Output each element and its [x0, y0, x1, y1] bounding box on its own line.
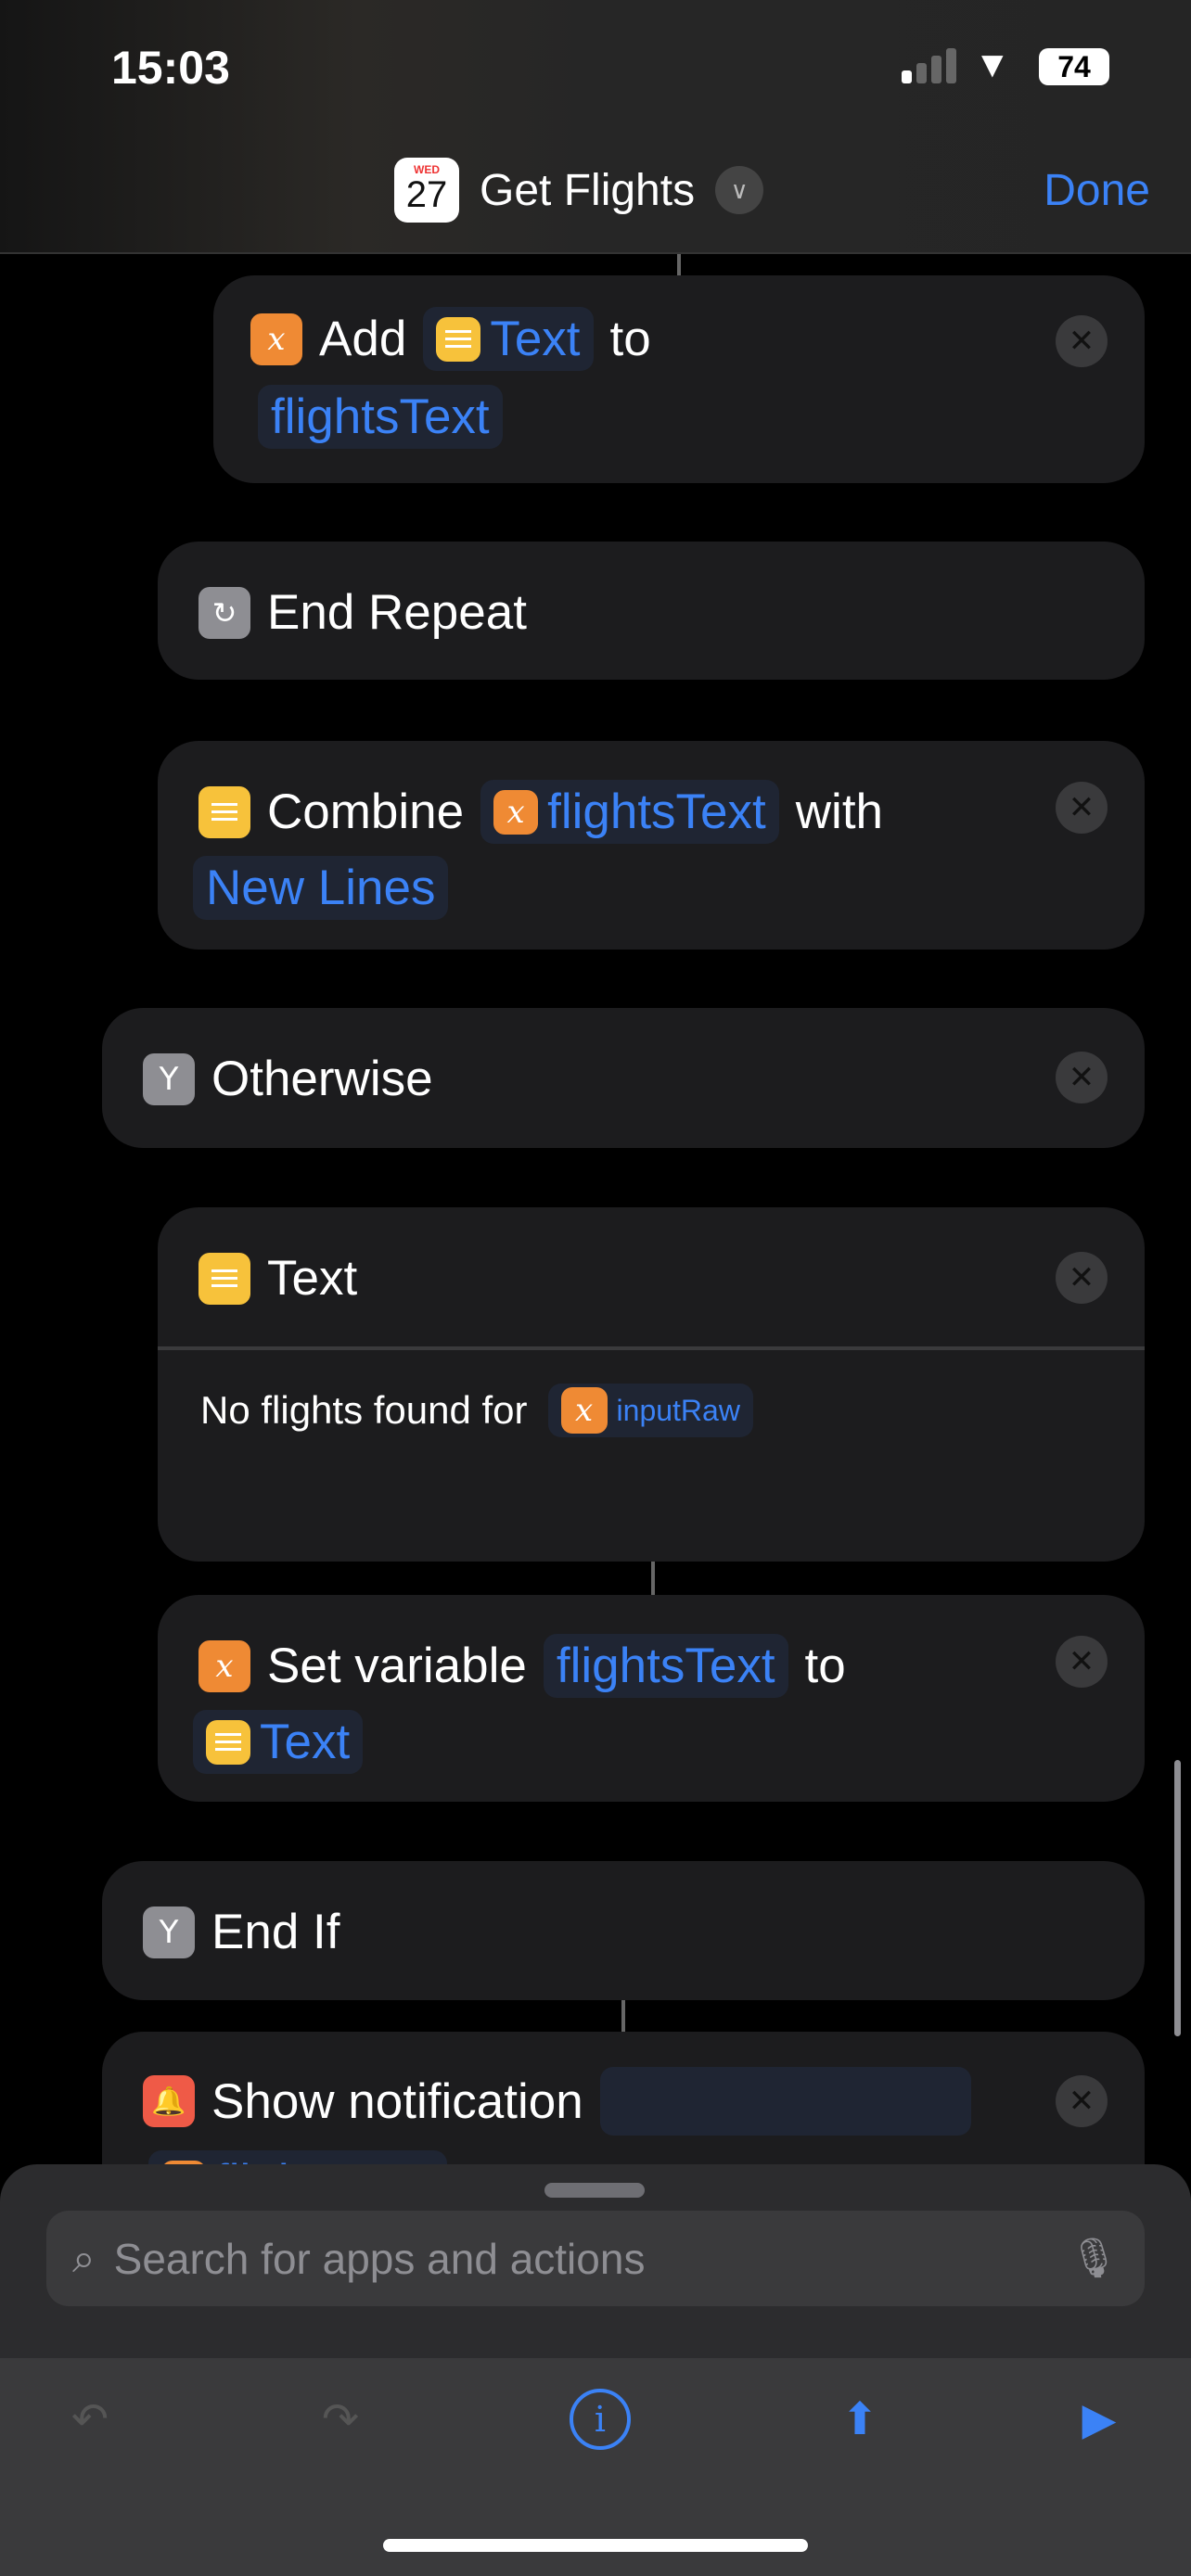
text-body-content: No flights found for	[200, 1388, 528, 1432]
separator-token[interactable]: New Lines	[193, 856, 449, 920]
action-verb: Combine	[267, 784, 465, 839]
text-body[interactable]: No flights found for x inputRaw	[200, 1384, 753, 1437]
chevron-down-icon[interactable]: ∨	[715, 166, 764, 214]
calendar-date: 27	[405, 174, 448, 215]
variable-icon: x	[198, 1639, 250, 1692]
action-label: End If	[211, 1905, 340, 1959]
repeat-icon: ↻	[198, 586, 250, 639]
connector	[651, 1562, 655, 1595]
remove-icon[interactable]: ✕	[1056, 1252, 1108, 1304]
token-label: Text	[260, 1715, 351, 1769]
bell-icon: 🔔	[143, 2075, 195, 2127]
action-label: Show notification	[211, 2073, 583, 2129]
token-label: inputRaw	[616, 1393, 740, 1427]
variable-token[interactable]: flightsText	[258, 385, 503, 449]
redo-icon[interactable]: ↷	[310, 2389, 371, 2450]
variable-token[interactable]: x inputRaw	[547, 1384, 753, 1437]
action-connector-word: to	[804, 1639, 846, 1693]
text-token[interactable]: Text	[193, 1710, 364, 1774]
sheet-grabber[interactable]	[544, 2183, 645, 2198]
battery-icon: 74	[1039, 48, 1109, 85]
done-button[interactable]: Done	[1044, 165, 1150, 216]
variable-icon: x	[560, 1387, 608, 1434]
info-icon[interactable]: i	[570, 2389, 631, 2450]
token-label: flightsText	[547, 784, 766, 839]
search-input[interactable]: ⌕ Search for apps and actions 🎙	[46, 2211, 1145, 2306]
variable-token[interactable]: flightsText	[543, 1634, 788, 1698]
remove-icon[interactable]: ✕	[1056, 2075, 1108, 2127]
calendar-day: WED	[414, 163, 440, 176]
title-text: Get Flights	[480, 165, 696, 215]
action-text[interactable]: Text ✕ No flights found for x inputRaw	[158, 1207, 1145, 1562]
action-connector-word: to	[609, 312, 651, 366]
connector	[677, 254, 681, 275]
action-set-variable[interactable]: x Set variable flightsText to Text ✕	[158, 1595, 1145, 1802]
search-placeholder: Search for apps and actions	[113, 2234, 646, 2283]
divider	[158, 1346, 1145, 1350]
scrollbar[interactable]	[1174, 1760, 1181, 2036]
text-token[interactable]: Text	[423, 307, 594, 371]
variable-token[interactable]: xflightsText	[480, 780, 779, 844]
branch-icon: Y	[143, 1052, 195, 1105]
undo-icon[interactable]: ↶	[59, 2389, 121, 2450]
wifi-icon: ▼	[974, 45, 1011, 85]
branch-icon: Y	[143, 1906, 195, 1958]
microphone-icon[interactable]: 🎙	[1069, 2236, 1119, 2281]
text-icon	[436, 316, 481, 362]
remove-icon[interactable]: ✕	[1056, 782, 1108, 834]
action-otherwise[interactable]: Y Otherwise ✕	[102, 1008, 1145, 1148]
remove-icon[interactable]: ✕	[1056, 1636, 1108, 1688]
action-label: End Repeat	[267, 585, 527, 640]
notification-body-field[interactable]	[599, 2067, 971, 2136]
home-indicator	[383, 2539, 808, 2552]
calendar-icon: WED 27	[394, 158, 459, 223]
battery-level: 74	[1057, 50, 1091, 83]
share-icon[interactable]: ⬆	[829, 2389, 890, 2450]
action-combine-text[interactable]: Combine x flightsText with New Lines ✕	[158, 741, 1145, 950]
remove-icon[interactable]: ✕	[1056, 315, 1108, 367]
token-label: Text	[490, 312, 581, 366]
remove-icon[interactable]: ✕	[1056, 1052, 1108, 1103]
connector	[621, 2000, 625, 2032]
variable-icon: x	[250, 312, 302, 365]
status-time: 15:03	[111, 42, 230, 94]
play-icon[interactable]: ▶	[1069, 2389, 1130, 2450]
text-icon	[206, 1719, 250, 1765]
action-label: Text	[267, 1251, 358, 1306]
variable-icon: x	[493, 789, 539, 835]
signal-icon	[902, 48, 957, 83]
shortcut-title[interactable]: WED 27 Get Flights ∨	[394, 158, 764, 223]
action-label: Otherwise	[211, 1052, 433, 1106]
text-icon	[198, 785, 250, 838]
action-add-to-variable[interactable]: x Add Text to flightsText ✕	[213, 275, 1145, 483]
text-icon	[198, 1252, 250, 1305]
action-end-if[interactable]: Y End If	[102, 1861, 1145, 2000]
action-verb: Set variable	[267, 1639, 527, 1693]
action-end-repeat[interactable]: ↻ End Repeat	[158, 542, 1145, 680]
action-connector-word: with	[795, 784, 884, 839]
action-verb: Add	[319, 312, 407, 366]
search-icon: ⌕	[72, 2235, 96, 2281]
